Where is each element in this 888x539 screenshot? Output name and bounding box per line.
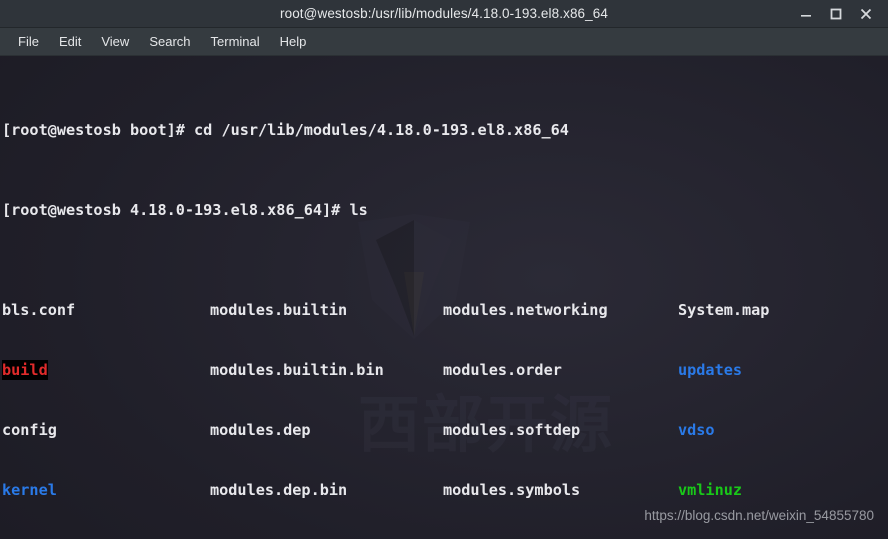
ls-entry: modules.symbols [443,481,581,499]
terminal-screen[interactable]: 西部开源 https://blog.csdn.net/weixin_548557… [0,56,888,539]
ls-entry-dir: updates [678,361,743,379]
title-bar: root@westosb:/usr/lib/modules/4.18.0-193… [0,0,888,28]
menu-item-terminal[interactable]: Terminal [201,31,270,52]
close-icon[interactable] [858,6,874,22]
ls-entry: modules.builtin.bin [210,361,384,379]
menu-bar: File Edit View Search Terminal Help [0,28,888,56]
ls-entry: modules.order [443,361,562,379]
menu-item-view[interactable]: View [91,31,139,52]
ls-entry: modules.dep [210,421,311,439]
terminal-output[interactable]: [root@westosb boot]# cd /usr/lib/modules… [0,56,888,539]
maximize-icon[interactable] [828,6,844,22]
ls-entry: config [2,421,57,439]
ls-row: kernel modules.dep.bin modules.symbols v… [2,480,888,500]
ls-entry: System.map [678,301,770,319]
menu-item-file[interactable]: File [8,31,49,52]
ls-entry: modules.builtin [210,301,348,319]
ls-entry: modules.softdep [443,421,581,439]
ls-row: config modules.dep modules.softdep vdso [2,420,888,440]
window-title: root@westosb:/usr/lib/modules/4.18.0-193… [280,6,608,21]
ls-entry-dir: kernel [2,481,57,499]
command-cd: [root@westosb boot]# cd /usr/lib/modules… [2,121,569,139]
ls-entry-broken-link: build [2,360,48,380]
minimize-icon[interactable] [798,6,814,22]
ls-entry-dir: vdso [678,421,715,439]
command-ls-modules: [root@westosb 4.18.0-193.el8.x86_64]# ls [2,201,368,219]
ls-entry: modules.dep.bin [210,481,348,499]
ls-entry: bls.conf [2,301,76,319]
ls-row: bls.conf modules.builtin modules.network… [2,300,888,320]
menu-item-edit[interactable]: Edit [49,31,91,52]
window-controls [798,0,882,27]
terminal-line-prompt-1: [root@westosb boot]# cd /usr/lib/modules… [2,120,888,140]
terminal-line-prompt-2: [root@westosb 4.18.0-193.el8.x86_64]# ls [2,200,888,220]
ls-entry-executable: vmlinuz [678,481,743,499]
menu-item-search[interactable]: Search [139,31,200,52]
ls-entry: modules.networking [443,301,608,319]
menu-item-help[interactable]: Help [270,31,317,52]
ls-row: build modules.builtin.bin modules.order … [2,360,888,380]
